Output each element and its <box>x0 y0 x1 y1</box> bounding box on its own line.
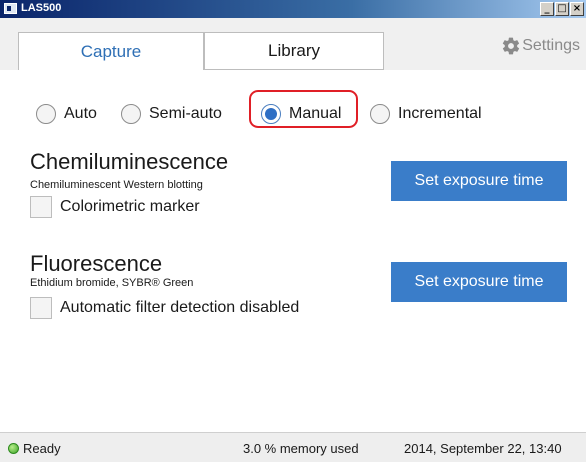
minimize-button[interactable]: _ <box>540 2 554 16</box>
settings-label: Settings <box>522 37 580 54</box>
window-title: LAS500 <box>21 2 62 14</box>
maximize-button[interactable]: □ <box>555 2 569 16</box>
filter-detection-checkbox[interactable] <box>30 297 52 319</box>
status-ready-label: Ready <box>23 441 61 456</box>
colorimetric-marker-option[interactable]: Colorimetric marker <box>30 196 200 218</box>
tab-library[interactable]: Library <box>204 32 384 70</box>
gear-icon <box>503 37 520 55</box>
colorimetric-marker-label: Colorimetric marker <box>60 198 200 215</box>
status-ready: Ready <box>8 441 61 456</box>
fluor-set-exposure-button[interactable]: Set exposure time <box>391 262 567 302</box>
app-icon <box>4 3 17 14</box>
mode-incremental[interactable]: Incremental <box>370 104 482 124</box>
memory-usage: 3.0 % memory used <box>243 441 359 456</box>
filter-detection-option[interactable]: Automatic filter detection disabled <box>30 297 299 319</box>
status-bar: Ready 3.0 % memory used 2014, September … <box>0 432 586 462</box>
mode-semi-auto[interactable]: Semi-auto <box>121 104 222 124</box>
tab-bar: Capture Library Settings <box>0 18 586 70</box>
mode-incremental-label: Incremental <box>398 105 482 122</box>
chemiluminescence-title: Chemiluminescence <box>30 149 229 174</box>
chemi-set-exposure-button[interactable]: Set exposure time <box>391 161 567 201</box>
status-datetime: 2014, September 22, 13:40 <box>404 441 562 456</box>
settings-button[interactable]: Settings <box>501 36 580 56</box>
radio-incremental[interactable] <box>370 104 390 124</box>
radio-auto[interactable] <box>36 104 56 124</box>
window-controls: _ □ × <box>540 2 584 16</box>
status-indicator-icon <box>8 443 19 454</box>
colorimetric-marker-checkbox[interactable] <box>30 196 52 218</box>
radio-semi-auto[interactable] <box>121 104 141 124</box>
filter-detection-label: Automatic filter detection disabled <box>60 299 300 316</box>
close-button[interactable]: × <box>570 2 584 16</box>
chemiluminescence-subtitle: Chemiluminescent Western blotting <box>30 179 203 191</box>
tab-capture[interactable]: Capture <box>18 32 204 70</box>
manual-highlight-box <box>249 90 358 128</box>
mode-semi-auto-label: Semi-auto <box>149 105 222 122</box>
mode-auto-label: Auto <box>64 105 97 122</box>
fluorescence-title: Fluorescence <box>30 251 163 276</box>
fluorescence-subtitle: Ethidium bromide, SYBR® Green <box>30 277 194 289</box>
title-bar: LAS500 _ □ × <box>0 0 586 18</box>
mode-auto[interactable]: Auto <box>36 104 97 124</box>
